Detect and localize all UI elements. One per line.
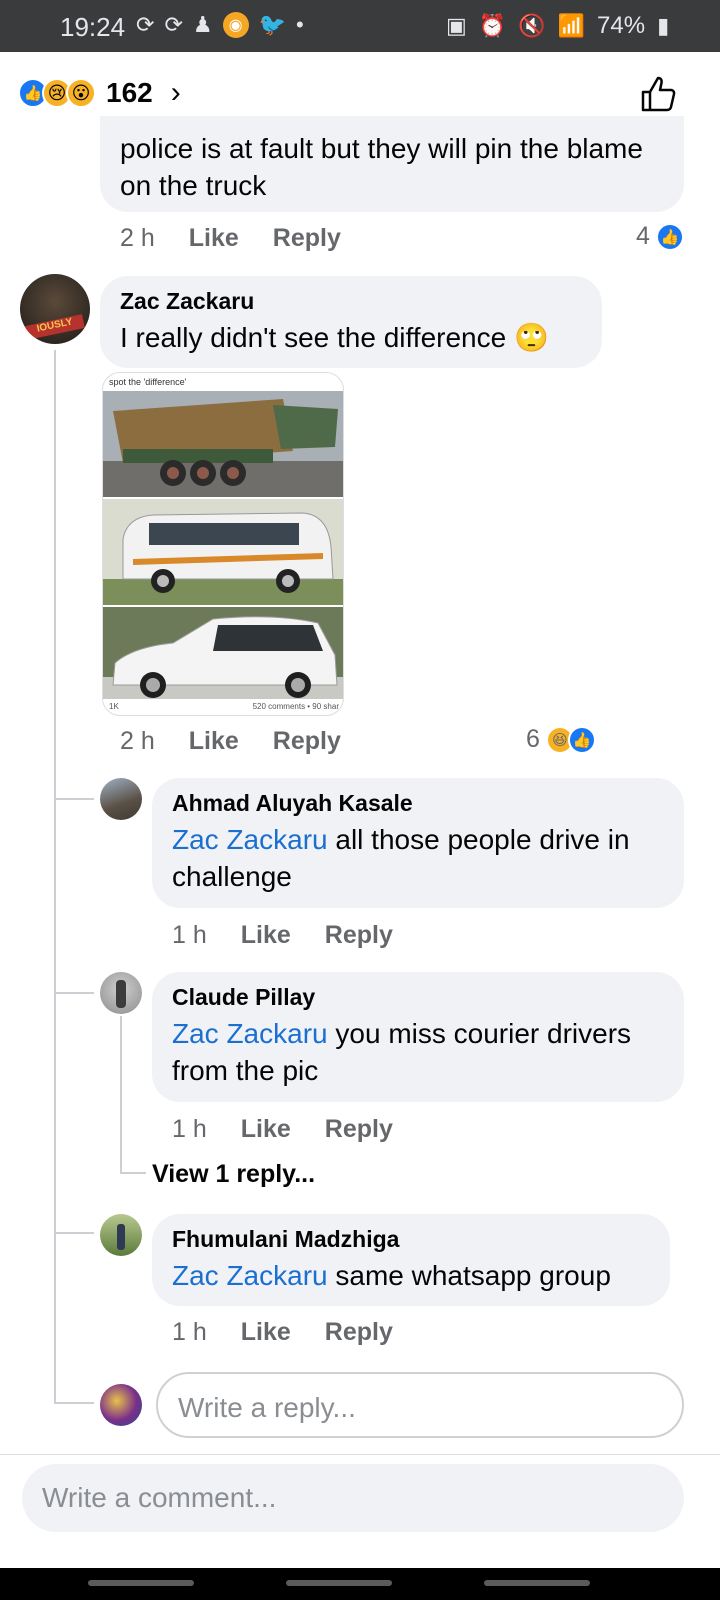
comment-author[interactable]: Claude Pillay — [172, 984, 664, 1011]
comment-author[interactable]: Fhumulani Madzhiga — [172, 1226, 650, 1253]
comment-text: police is at fault but they will pin the… — [120, 133, 643, 201]
comment-actions: 1 h Like Reply — [172, 1318, 393, 1347]
status-bar: 19:24 ⟳ ⟳ ♟ ◉ 🐦 • ▣ ⏰ 🔇 📶 74% ▮ — [0, 0, 720, 52]
reply-button[interactable]: Reply — [273, 224, 341, 253]
divider — [0, 1454, 720, 1455]
thread-connector — [54, 1232, 94, 1234]
comment-time: 2 h — [120, 727, 155, 755]
twitter-icon: 🐦 — [258, 12, 287, 37]
sync-icon: ⟳ — [136, 12, 155, 37]
status-time: 19:24 — [60, 12, 126, 42]
wow-reaction-icon: 😮 — [66, 78, 96, 108]
reply-button[interactable]: Reply — [273, 727, 341, 756]
nav-recents-handle[interactable] — [88, 1580, 194, 1586]
thumbs-up-icon[interactable] — [638, 74, 678, 114]
comment-bubble: Zac Zackaru I really didn't see the diff… — [100, 276, 602, 368]
comment-author[interactable]: Zac Zackaru — [120, 288, 582, 315]
avatar[interactable]: IOUSLY — [20, 274, 90, 344]
like-reaction-icon: 👍 — [567, 725, 596, 754]
minibus-photo — [103, 499, 343, 605]
comment-time: 2 h — [120, 224, 155, 252]
image-footer-reactions: 1K — [109, 702, 119, 711]
like-button[interactable]: Like — [189, 224, 239, 253]
comment-author[interactable]: Ahmad Aluyah Kasale — [172, 790, 664, 817]
comment-text: Zac Zackaru you miss courier drivers fro… — [172, 1018, 632, 1086]
lock-icon: ▣ — [446, 13, 467, 38]
avatar[interactable] — [100, 1214, 142, 1256]
reaction-count: 162 — [106, 77, 153, 108]
comment-bubble: Ahmad Aluyah Kasale Zac Zackaru all thos… — [152, 778, 684, 908]
car-photo — [103, 607, 343, 699]
comment-text: I really didn't see the difference 🙄 — [120, 322, 549, 353]
comment-bubble: Claude Pillay Zac Zackaru you miss couri… — [152, 972, 684, 1102]
system-icons: ▣ ⏰ 🔇 📶 74% ▮ — [446, 12, 669, 40]
notification-icon: ◉ — [222, 12, 249, 38]
comment-actions: 1 h Like Reply — [172, 1115, 393, 1144]
sync-icon: ⟳ — [164, 12, 183, 37]
comment-text: Zac Zackaru same whatsapp group — [172, 1260, 611, 1291]
reaction-summary[interactable]: 👍 😢 😮 162 › — [18, 76, 181, 110]
mute-icon: 🔇 — [518, 13, 546, 38]
system-nav-bar — [0, 1568, 720, 1600]
avatar — [100, 1384, 142, 1426]
comment-input[interactable]: Write a comment... — [22, 1464, 684, 1532]
like-button[interactable]: Like — [189, 727, 239, 756]
comment-actions: 1 h Like Reply — [172, 921, 393, 950]
thread-connector — [120, 1172, 146, 1174]
reply-button[interactable]: Reply — [325, 1318, 393, 1347]
like-reaction-icon: 👍 — [655, 222, 684, 251]
like-button[interactable]: Like — [241, 1115, 291, 1144]
mention-link[interactable]: Zac Zackaru — [172, 824, 328, 855]
avatar[interactable] — [100, 972, 142, 1014]
battery-level: 74% — [597, 12, 646, 39]
notification-icons: ⟳ ⟳ ♟ ◉ 🐦 • — [136, 12, 304, 38]
reply-input[interactable]: Write a reply... — [156, 1372, 684, 1438]
avatar[interactable] — [100, 778, 142, 820]
reply-button[interactable]: Reply — [325, 1115, 393, 1144]
mention-link[interactable]: Zac Zackaru — [172, 1260, 328, 1291]
comment-bubble: police is at fault but they will pin the… — [100, 116, 684, 212]
chevron-right-icon: › — [170, 76, 181, 109]
comment-bubble: Fhumulani Madzhiga Zac Zackaru same what… — [152, 1214, 670, 1306]
comment-reactions[interactable]: 4 👍 — [636, 222, 684, 251]
battery-icon: ▮ — [657, 13, 670, 38]
reaction-count: 6 — [526, 725, 540, 753]
thread-connector — [54, 798, 94, 800]
nav-back-handle[interactable] — [484, 1580, 590, 1586]
comment-actions: 2 h Like Reply — [120, 224, 341, 253]
comment-time: 1 h — [172, 1115, 207, 1143]
truck-photo — [103, 391, 343, 497]
like-button[interactable]: Like — [241, 1318, 291, 1347]
comments-sheet: 👍 😢 😮 162 › police is at fault but they … — [0, 52, 720, 1600]
alarm-icon: ⏰ — [478, 13, 507, 38]
nav-home-handle[interactable] — [286, 1580, 392, 1586]
reaction-count: 4 — [636, 222, 650, 250]
mention-link[interactable]: Zac Zackaru — [172, 1018, 328, 1049]
comment-text: Zac Zackaru all those people drive in ch… — [172, 824, 630, 892]
comment-actions: 2 h Like Reply — [120, 727, 341, 756]
thread-connector — [54, 1402, 94, 1404]
comment-reactions[interactable]: 6 😆 👍 — [526, 725, 596, 754]
thread-line — [120, 1016, 122, 1174]
reply-button[interactable]: Reply — [325, 921, 393, 950]
thread-connector — [54, 992, 94, 994]
comment-image[interactable]: spot the 'difference' 1K 520 comments • … — [102, 372, 344, 716]
ghost-icon: ♟ — [192, 12, 213, 37]
image-caption: spot the 'difference' — [109, 377, 187, 387]
like-button[interactable]: Like — [241, 921, 291, 950]
view-replies-link[interactable]: View 1 reply... — [152, 1160, 315, 1189]
dot-icon: • — [296, 12, 304, 37]
thread-line — [54, 350, 56, 1402]
wifi-icon: 📶 — [557, 13, 586, 38]
image-footer-stats: 520 comments • 90 shar — [252, 702, 339, 711]
comment-time: 1 h — [172, 1318, 207, 1346]
comment-time: 1 h — [172, 921, 207, 949]
